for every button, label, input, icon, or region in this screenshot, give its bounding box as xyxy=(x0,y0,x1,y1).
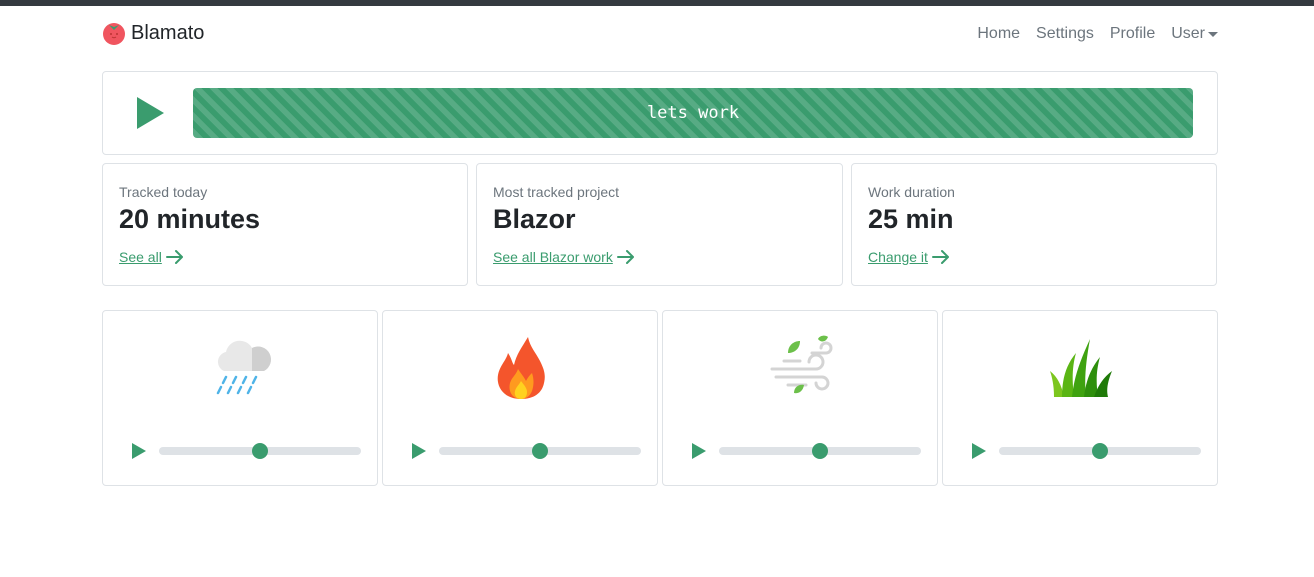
stat-label: Tracked today xyxy=(119,184,208,200)
play-icon[interactable] xyxy=(690,442,708,460)
sound-card-rain xyxy=(102,310,378,486)
stat-value: 20 minutes xyxy=(119,204,261,234)
navbar: Blamato Home Settings Profile User xyxy=(102,18,1218,54)
tomato-icon xyxy=(102,20,126,46)
volume-slider[interactable] xyxy=(719,442,921,460)
nav-home[interactable]: Home xyxy=(977,25,1020,43)
play-icon[interactable] xyxy=(410,442,428,460)
stat-card-work-duration: Work duration 25 min Change it xyxy=(851,163,1217,286)
stat-label: Most tracked project xyxy=(493,184,620,200)
play-icon[interactable] xyxy=(134,95,166,131)
stat-label: Work duration xyxy=(868,184,955,200)
nav-user-label: User xyxy=(1171,25,1205,42)
stat-link-label: Change it xyxy=(868,249,928,265)
caret-down-icon xyxy=(1208,32,1218,37)
arrow-right-icon xyxy=(931,248,951,266)
nav-links: Home Settings Profile User xyxy=(961,25,1218,43)
see-all-link[interactable]: See all xyxy=(119,248,185,266)
volume-slider[interactable] xyxy=(999,442,1201,460)
volume-slider[interactable] xyxy=(439,442,641,460)
stat-link-label: See all xyxy=(119,249,162,265)
timer-progress-bar[interactable]: lets work xyxy=(193,88,1193,138)
fire-icon xyxy=(486,333,556,403)
slider-thumb[interactable] xyxy=(252,443,268,459)
timer-card: lets work xyxy=(102,71,1218,155)
sound-card-wind xyxy=(662,310,938,486)
see-project-work-link[interactable]: See all Blazor work xyxy=(493,248,636,266)
slider-thumb[interactable] xyxy=(812,443,828,459)
slider-thumb[interactable] xyxy=(532,443,548,459)
grass-icon xyxy=(1046,333,1116,403)
nav-profile[interactable]: Profile xyxy=(1110,25,1155,43)
brand[interactable]: Blamato xyxy=(102,20,204,46)
stat-card-tracked-today: Tracked today 20 minutes See all xyxy=(102,163,468,286)
sound-card-grass xyxy=(942,310,1218,486)
wind-icon xyxy=(766,333,836,403)
play-icon[interactable] xyxy=(970,442,988,460)
stat-value: 25 min xyxy=(868,204,954,234)
sound-card-fire xyxy=(382,310,658,486)
stat-value: Blazor xyxy=(493,204,576,234)
play-icon[interactable] xyxy=(130,442,148,460)
arrow-right-icon xyxy=(616,248,636,266)
slider-thumb[interactable] xyxy=(1092,443,1108,459)
nav-settings[interactable]: Settings xyxy=(1036,25,1094,43)
rain-cloud-icon xyxy=(206,333,276,403)
stat-link-label: See all Blazor work xyxy=(493,249,613,265)
top-bar xyxy=(0,0,1314,6)
volume-slider[interactable] xyxy=(159,442,361,460)
arrow-right-icon xyxy=(165,248,185,266)
stat-card-most-tracked-project: Most tracked project Blazor See all Blaz… xyxy=(476,163,843,286)
nav-user-dropdown[interactable]: User xyxy=(1171,25,1218,43)
change-duration-link[interactable]: Change it xyxy=(868,248,951,266)
timer-label: lets work xyxy=(646,103,740,123)
brand-name: Blamato xyxy=(131,21,205,44)
